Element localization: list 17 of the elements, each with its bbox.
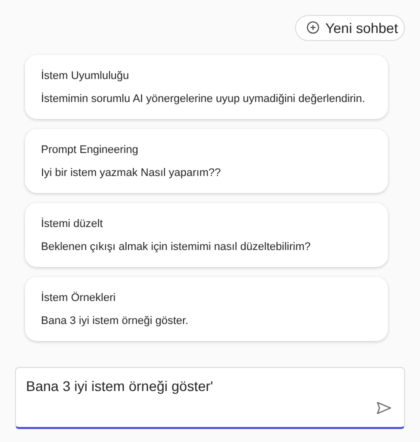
suggestion-card[interactable]: İstemi düzelt Beklenen çıkışı almak için istemimi nasıl düzeltebilirim? (25, 203, 388, 267)
suggestion-prompt: Beklenen çıkışı almak için istemimi nasıl düzeltebilirim? (41, 241, 312, 253)
suggestion-card[interactable]: İstem Uyumluluğu İstemimin sorumlu AI yönergelerine uyup uymadiğini değerlendirin. (25, 55, 388, 119)
suggestion-title: İstem Örnekleri (41, 292, 117, 304)
suggestion-title: İstem Uyumluluğu (41, 70, 130, 82)
message-input-field[interactable]: Bana 3 iyi istem örneği göster' (15, 367, 405, 429)
suggestion-title: İstemi düzelt (41, 218, 104, 230)
suggestion-card[interactable]: İstem Örnekleri Bana 3 iyi istem örneği göster. (25, 277, 388, 341)
new-chat-button[interactable]: Yeni sohbet (295, 15, 405, 41)
suggestion-title: Prompt Engineering (41, 144, 140, 156)
suggestion-card[interactable]: Prompt Engineering Iyi bir istem yazmak Nasıl yaparım?? (25, 129, 388, 193)
message-text: Bana 3 iyi istem örneği göster' (26, 378, 214, 394)
chat-add-icon (306, 21, 320, 35)
send-icon[interactable] (376, 401, 392, 415)
suggestion-prompt: Iyi bir istem yazmak Nasıl yaparım?? (41, 167, 222, 179)
suggestion-prompt: İstemimin sorumlu AI yönergelerine uyup uymadiğini değerlendirin. (41, 93, 366, 105)
suggestion-prompt: Bana 3 iyi istem örneği göster. (41, 315, 190, 327)
